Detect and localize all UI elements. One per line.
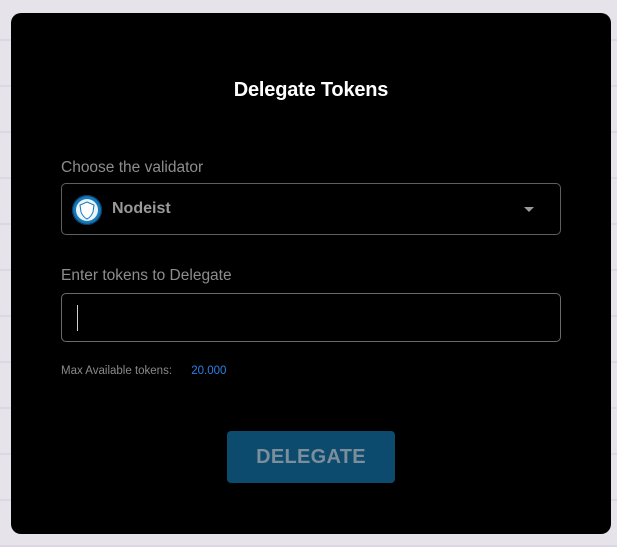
max-available-value[interactable]: 20.000 [191, 365, 226, 377]
validator-selected-value: Nodeist [112, 200, 171, 217]
max-available-label: Max Available tokens: [61, 365, 173, 377]
chevron-down-icon[interactable] [524, 207, 534, 212]
tokens-label: Enter tokens to Delegate [61, 267, 232, 284]
validator-shield-icon [72, 195, 102, 225]
tokens-input[interactable] [61, 293, 561, 342]
max-available-row: Max Available tokens: 20.000 [61, 365, 226, 377]
delegate-button[interactable]: DELEGATE [227, 431, 395, 483]
text-caret [77, 305, 78, 331]
delegate-dialog: Delegate Tokens Choose the validator Nod… [11, 13, 611, 534]
validator-select[interactable]: Nodeist [61, 183, 561, 235]
dialog-title: Delegate Tokens [233, 79, 389, 101]
validator-label: Choose the validator [61, 159, 204, 176]
